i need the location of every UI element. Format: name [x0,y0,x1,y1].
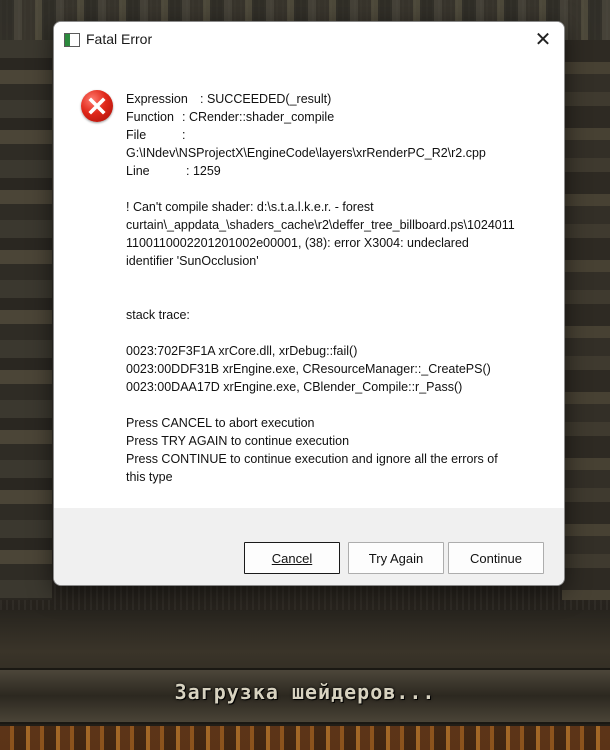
file-row: File : [126,126,536,144]
message-line: identifier 'SunOcclusion' [126,254,259,268]
close-icon: ✕ [534,27,552,51]
file-colon: : [182,128,186,142]
error-icon [81,90,113,122]
stack-trace-line: 0023:00DAA17D xrEngine.exe, CBlender_Com… [126,380,463,394]
error-message: Expression : SUCCEEDED(_result) Function… [126,90,536,486]
try-again-button-label: Try Again [368,550,424,566]
file-value: G:\INdev\NSProjectX\EngineCode\layers\xr… [126,146,486,160]
expression-value: : SUCCEEDED(_result) [200,92,332,106]
continue-button-label: Continue [469,550,523,566]
message-line: ! Can't compile shader: d:\s.t.a.l.k.e.r… [126,200,374,214]
instruction-line: Press CONTINUE to continue execution and… [126,452,498,466]
dialog-content: Expression : SUCCEEDED(_result) Function… [54,58,564,508]
message-line: curtain\_appdata_\shaders_cache\r2\deffe… [126,218,515,232]
function-label: Function [126,110,174,124]
continue-button[interactable]: Continue [448,542,544,574]
expression-row: Expression : SUCCEEDED(_result) [126,90,536,108]
line-row: Line : 1259 [126,162,536,180]
stack-trace-line: 0023:00DDF31B xrEngine.exe, CResourceMan… [126,362,491,376]
function-row: Function : CRender::shader_compile [126,108,536,126]
line-label: Line [126,164,150,178]
instruction-line: this type [126,470,173,484]
dialog-button-bar: Cancel Try Again Continue [54,508,564,585]
stack-trace-line: 0023:702F3F1A xrCore.dll, xrDebug::fail(… [126,344,358,358]
expression-label: Expression [126,92,188,106]
stack-trace-title: stack trace: [126,308,190,322]
dialog-titlebar[interactable]: Fatal Error ✕ [54,22,564,58]
file-label: File [126,128,147,142]
app-window-icon [64,33,80,47]
dialog-title: Fatal Error [86,31,153,47]
loading-status-text: Загрузка шейдеров... [174,680,436,704]
line-value: : 1259 [186,164,221,178]
close-button[interactable]: ✕ [522,22,564,56]
background-wall-left [0,40,52,600]
background-ornament-strip [0,726,610,750]
background-wall-right [562,40,610,600]
message-line: 1100110002201201002e00001, (38): error X… [126,236,469,250]
cancel-button-label: Cancel [271,550,313,566]
fatal-error-dialog: Fatal Error ✕ Expression : SUCCEEDED(_re… [53,21,565,586]
instruction-line: Press CANCEL to abort execution [126,416,315,430]
function-value: : CRender::shader_compile [182,110,335,124]
cancel-button[interactable]: Cancel [244,542,340,574]
instruction-line: Press TRY AGAIN to continue execution [126,434,350,448]
try-again-button[interactable]: Try Again [348,542,444,574]
